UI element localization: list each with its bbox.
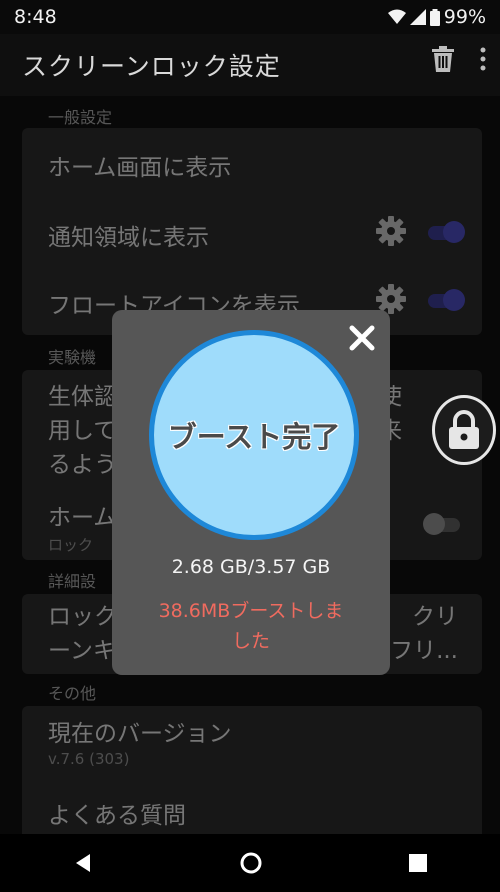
wifi-icon [387,9,406,24]
status-icons: 99% [387,6,486,28]
home-icon[interactable] [239,851,263,875]
battery-icon [429,8,440,26]
status-time: 8:48 [14,6,57,28]
boost-circle: ブースト完了 [149,330,359,540]
memory-usage: 2.68 GB/3.57 GB [171,556,331,578]
signal-icon [409,9,426,25]
more-options-icon[interactable] [480,47,486,71]
boost-result: 38.6MBブーストしま した [132,596,370,656]
app-actions [432,46,486,72]
back-icon[interactable] [72,852,94,874]
boost-dialog: ブースト完了 2.68 GB/3.57 GB 38.6MBブーストしま した [112,310,390,675]
recents-icon[interactable] [408,853,428,873]
battery-level: 99% [443,6,486,28]
floating-lock-button[interactable] [432,395,496,465]
trash-icon[interactable] [432,46,454,72]
app-bar: スクリーンロック設定 [0,34,500,96]
close-icon[interactable] [348,324,376,352]
boost-result-line: した [231,630,270,652]
page-title: スクリーンロック設定 [22,52,281,81]
status-bar: 8:48 99% [0,0,500,34]
lock-icon [449,410,479,449]
navigation-bar [0,834,500,892]
boost-result-line: 38.6MBブーストしま [158,600,344,622]
boost-title: ブースト完了 [167,420,341,454]
